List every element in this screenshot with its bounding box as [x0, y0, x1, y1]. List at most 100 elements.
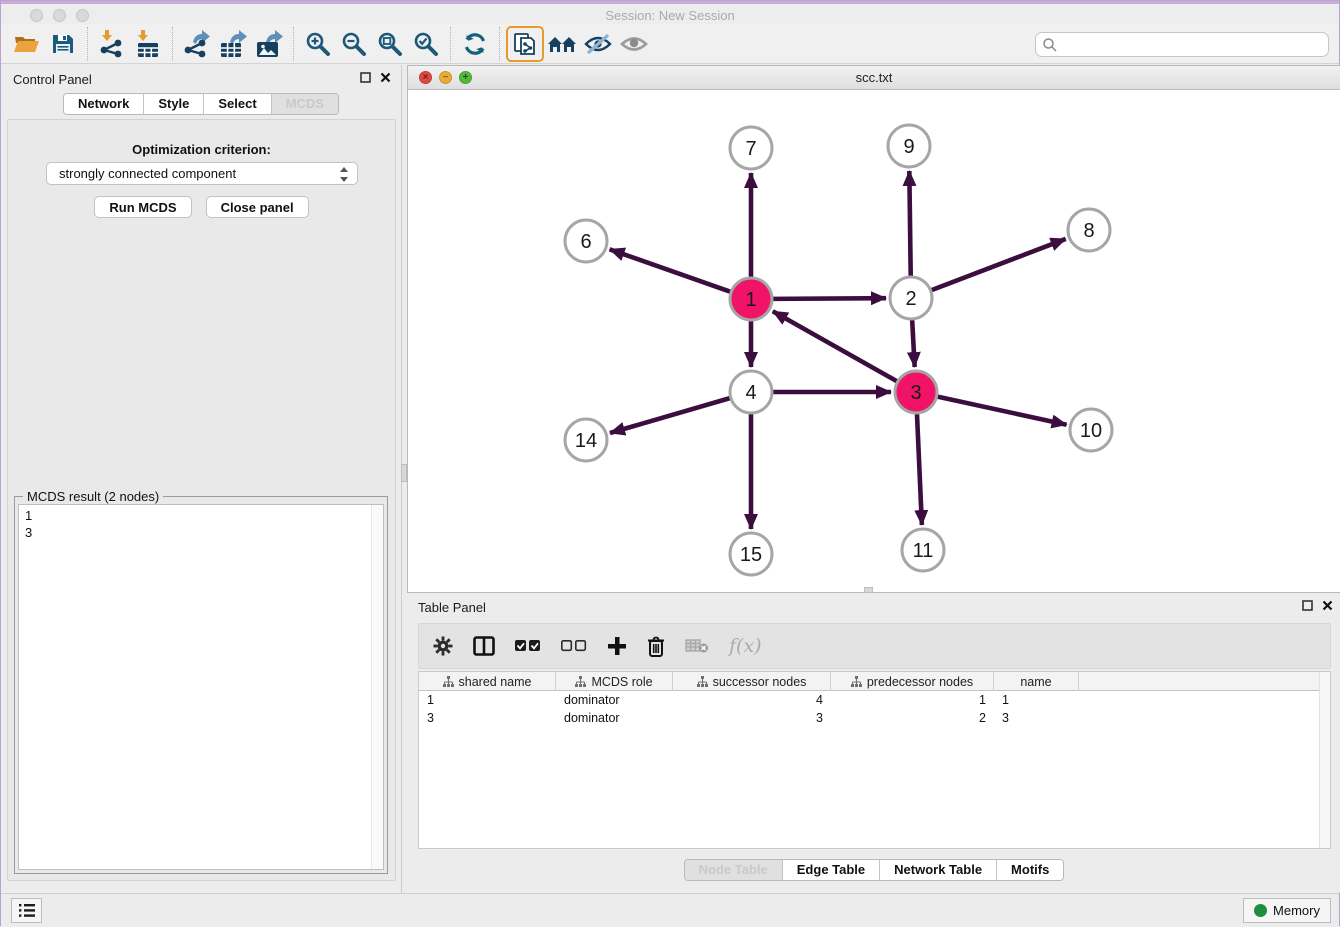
delete-column-icon[interactable] — [647, 636, 665, 657]
edge-2-9[interactable] — [909, 171, 910, 276]
table-scrollbar[interactable] — [1319, 672, 1330, 848]
memory-button[interactable]: Memory — [1243, 898, 1331, 923]
close-panel-icon[interactable] — [380, 72, 391, 83]
graph-canvas[interactable]: 7968124314101511 — [408, 90, 1340, 592]
memory-label: Memory — [1273, 903, 1320, 918]
column-header-predecessor-nodes[interactable]: predecessor nodes — [831, 672, 994, 691]
column-label: shared name — [459, 675, 532, 689]
zoom-in-icon — [305, 31, 331, 57]
result-scrollbar[interactable] — [371, 505, 383, 869]
float-panel-icon[interactable] — [360, 72, 371, 83]
table-cell[interactable]: 4 — [673, 693, 831, 709]
edge-3-1[interactable] — [773, 311, 897, 381]
function-builder-button[interactable]: f(x) — [729, 635, 762, 657]
task-history-button[interactable] — [11, 898, 42, 923]
mcds-panel: Optimization criterion: strongly connect… — [7, 119, 396, 881]
run-mcds-button[interactable]: Run MCDS — [94, 196, 191, 218]
tab-node-table[interactable]: Node Table — [685, 860, 783, 880]
node-table[interactable]: shared name MCDS rolesuccessor nodes prede… — [418, 671, 1331, 849]
column-label: predecessor nodes — [867, 675, 973, 689]
table-row[interactable]: 3dominator323 — [419, 711, 1330, 727]
table-cell[interactable]: 3 — [673, 711, 831, 727]
column-visibility-icon[interactable] — [473, 636, 495, 656]
table-cell[interactable]: dominator — [556, 693, 673, 709]
export-network-button[interactable] — [179, 27, 215, 61]
export-table-button[interactable] — [215, 27, 251, 61]
column-header-name[interactable]: name — [994, 672, 1079, 691]
close-panel-icon[interactable] — [1322, 600, 1333, 611]
export-image-icon — [255, 30, 283, 58]
network-canvas[interactable]: 7968124314101511 — [408, 90, 1340, 592]
toolbar-separator — [450, 27, 451, 61]
column-header-shared-name[interactable]: shared name — [419, 672, 556, 691]
zoom-fit-icon — [377, 31, 403, 57]
export-network-icon — [183, 30, 211, 58]
add-column-icon[interactable] — [607, 636, 627, 656]
select-all-columns-icon[interactable] — [515, 639, 541, 653]
table-cell[interactable]: 1 — [831, 693, 994, 709]
node-label-4: 4 — [745, 382, 756, 404]
edge-2-8[interactable] — [932, 239, 1066, 290]
zoom-selected-button[interactable] — [408, 27, 444, 61]
table-cell[interactable]: 3 — [994, 711, 1079, 727]
splitter-grip[interactable] — [401, 464, 407, 482]
import-table-icon — [135, 30, 161, 58]
import-network-button[interactable] — [94, 27, 130, 61]
table-footer-strip — [418, 849, 1331, 859]
export-image-button[interactable] — [251, 27, 287, 61]
node-label-10: 10 — [1080, 420, 1102, 442]
memory-status-icon — [1254, 904, 1267, 917]
edge-1-6[interactable] — [610, 249, 731, 291]
edge-2-3[interactable] — [912, 320, 915, 367]
import-table-button[interactable] — [130, 27, 166, 61]
zoom-in-button[interactable] — [300, 27, 336, 61]
toolbar-separator — [87, 27, 88, 61]
table-row[interactable]: 1dominator411 — [419, 693, 1330, 709]
optimization-criterion-value: strongly connected component — [59, 166, 236, 181]
deselect-all-columns-icon[interactable] — [561, 639, 587, 653]
table-cell[interactable]: 3 — [419, 711, 556, 727]
first-neighbors-button[interactable] — [544, 27, 580, 61]
toolbar-separator — [499, 27, 500, 61]
table-panel: Table Panel — [407, 593, 1340, 893]
close-panel-button[interactable]: Close panel — [206, 196, 309, 218]
float-panel-icon[interactable] — [1302, 600, 1313, 611]
open-session-button[interactable] — [9, 27, 45, 61]
tab-style[interactable]: Style — [144, 94, 204, 114]
save-session-button[interactable] — [45, 27, 81, 61]
new-network-from-selection-button[interactable] — [506, 26, 544, 62]
hide-selected-button[interactable] — [580, 27, 616, 61]
edge-3-11[interactable] — [917, 414, 922, 525]
tab-select[interactable]: Select — [204, 94, 271, 114]
node-label-3: 3 — [910, 382, 921, 404]
apply-layout-button[interactable] — [457, 27, 493, 61]
optimization-criterion-select[interactable]: strongly connected component — [46, 162, 358, 185]
control-panel-title: Control Panel — [13, 72, 92, 87]
edge-1-2[interactable] — [773, 298, 886, 299]
tab-network-table[interactable]: Network Table — [880, 860, 997, 880]
table-cell[interactable]: 2 — [831, 711, 994, 727]
network-window-titlebar[interactable]: × − + scc.txt — [408, 66, 1340, 90]
column-header-successor-nodes[interactable]: successor nodes — [673, 672, 831, 691]
search-field[interactable] — [1035, 32, 1329, 57]
tab-network[interactable]: Network — [64, 94, 144, 114]
edge-4-14[interactable] — [610, 398, 730, 433]
mcds-result-text[interactable]: 13 — [18, 504, 384, 870]
tab-motifs[interactable]: Motifs — [997, 860, 1063, 880]
delete-table-icon[interactable] — [685, 638, 709, 654]
tab-edge-table[interactable]: Edge Table — [783, 860, 880, 880]
node-label-2: 2 — [905, 288, 916, 310]
mcds-result-group: MCDS result (2 nodes) 13 — [14, 496, 388, 874]
table-cell[interactable]: dominator — [556, 711, 673, 727]
settings-gear-icon[interactable] — [433, 636, 453, 656]
zoom-out-button[interactable] — [336, 27, 372, 61]
column-header-MCDS-role[interactable]: MCDS role — [556, 672, 673, 691]
table-cell[interactable]: 1 — [994, 693, 1079, 709]
mcds-result-line: 1 — [25, 507, 383, 524]
show-all-button[interactable] — [616, 27, 652, 61]
search-input[interactable] — [1058, 37, 1328, 52]
zoom-fit-button[interactable] — [372, 27, 408, 61]
table-cell[interactable]: 1 — [419, 693, 556, 709]
tab-mcds[interactable]: MCDS — [272, 94, 338, 114]
edge-3-10[interactable] — [937, 397, 1066, 425]
